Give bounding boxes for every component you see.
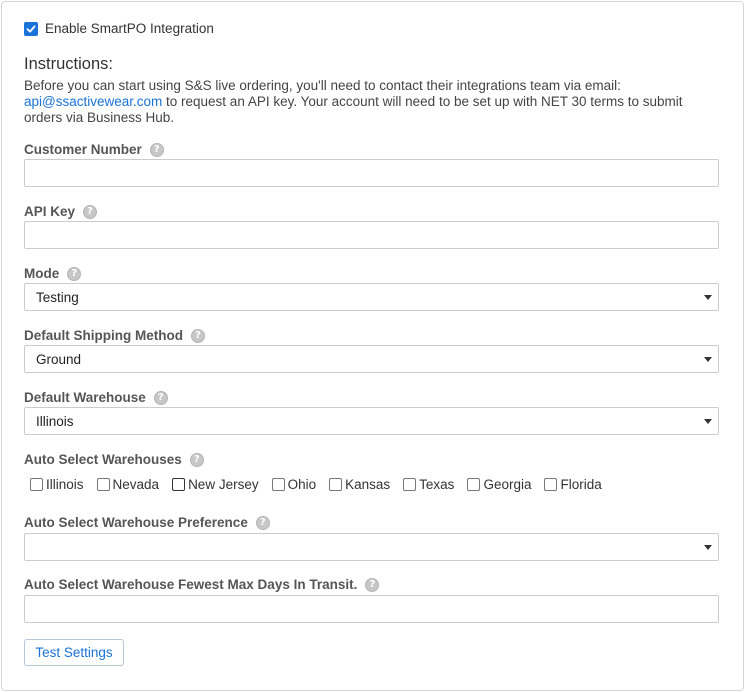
warehouse-checkbox[interactable] (96, 478, 110, 491)
test-settings-button[interactable]: Test Settings (24, 639, 124, 666)
help-icon[interactable]: ? (67, 266, 82, 281)
warehouse-option-label: Florida (560, 477, 602, 492)
mode-label-text: Mode (24, 266, 60, 281)
default-shipping-method-value: Ground (36, 351, 82, 367)
default-shipping-method-select[interactable]: Ground (24, 345, 719, 373)
default-warehouse-label-text: Default Warehouse (24, 390, 146, 405)
enable-smartpo-label[interactable]: Enable SmartPO Integration (45, 21, 214, 36)
api-key-label-text: API Key (24, 204, 76, 219)
help-icon[interactable]: ? (149, 142, 164, 157)
api-email-link[interactable]: api@ssactivewear.com (24, 94, 162, 109)
help-icon[interactable]: ? (83, 204, 98, 219)
customer-number-label-text: Customer Number (24, 142, 142, 157)
warehouse-option-label: Ohio (287, 477, 317, 492)
warehouse-option-label: Georgia (483, 477, 532, 492)
warehouse-option-label: New Jersey (188, 477, 259, 492)
help-icon[interactable]: ? (365, 577, 380, 592)
default-warehouse-select[interactable]: Illinois (24, 407, 719, 435)
fewest-max-days-label: Auto Select Warehouse Fewest Max Days In… (24, 577, 380, 592)
warehouse-option-florida[interactable]: Florida (544, 477, 602, 492)
warehouse-option-texas[interactable]: Texas (403, 477, 454, 492)
chevron-down-icon (704, 295, 712, 300)
fewest-max-days-label-text: Auto Select Warehouse Fewest Max Days In… (24, 577, 358, 592)
mode-label: Mode ? (24, 266, 82, 281)
help-icon[interactable]: ? (153, 390, 168, 405)
mode-select[interactable]: Testing (24, 283, 719, 311)
auto-select-warehouses-label: Auto Select Warehouses ? (24, 452, 204, 467)
auto-select-preference-label-text: Auto Select Warehouse Preference (24, 515, 248, 530)
warehouse-checkbox[interactable] (329, 478, 343, 491)
auto-select-warehouses-label-text: Auto Select Warehouses (24, 452, 182, 467)
warehouse-option-label: Nevada (112, 477, 160, 492)
default-warehouse-value: Illinois (36, 413, 74, 429)
help-icon[interactable]: ? (189, 452, 204, 467)
warehouse-checkbox[interactable] (30, 478, 43, 491)
customer-number-label: Customer Number ? (24, 142, 164, 157)
help-icon[interactable]: ? (190, 328, 205, 343)
chevron-down-icon (704, 419, 712, 424)
warehouse-option-label: Texas (419, 477, 455, 492)
auto-select-preference-select[interactable] (24, 533, 719, 561)
warehouse-checkbox[interactable] (271, 478, 285, 491)
warehouse-checkbox[interactable] (172, 478, 186, 491)
warehouse-option-label: Kansas (345, 477, 391, 492)
warehouse-option-kansas[interactable]: Kansas (329, 477, 390, 492)
fewest-max-days-input[interactable] (24, 595, 719, 623)
warehouse-option-label: Illinois (46, 477, 84, 492)
instructions-text-before: Before you can start using S&S live orde… (24, 78, 621, 93)
mode-select-value: Testing (36, 289, 79, 305)
enable-smartpo-checkbox[interactable] (24, 21, 38, 36)
enable-smartpo-row[interactable]: Enable SmartPO Integration (24, 21, 214, 36)
instructions-text: Before you can start using S&S live orde… (24, 78, 724, 126)
warehouse-option-illinois[interactable]: Illinois (30, 477, 84, 492)
warehouse-checkbox[interactable] (544, 478, 558, 491)
default-shipping-method-label-text: Default Shipping Method (24, 328, 183, 343)
help-icon[interactable]: ? (255, 515, 270, 530)
api-key-label: API Key ? (24, 204, 98, 219)
api-key-input[interactable] (24, 221, 719, 249)
warehouse-checkbox[interactable] (467, 478, 481, 491)
chevron-down-icon (704, 545, 712, 550)
auto-select-preference-label: Auto Select Warehouse Preference ? (24, 515, 270, 530)
warehouse-option-new-jersey[interactable]: New Jersey (172, 477, 259, 492)
warehouse-checkbox-group: Illinois Nevada New Jersey Ohio Kansas T… (30, 477, 615, 492)
customer-number-input[interactable] (24, 159, 719, 187)
warehouse-option-ohio[interactable]: Ohio (271, 477, 317, 492)
instructions-title: Instructions: (24, 55, 113, 73)
warehouse-option-nevada[interactable]: Nevada (96, 477, 160, 492)
default-warehouse-label: Default Warehouse ? (24, 390, 168, 405)
checkmark-icon (26, 25, 36, 32)
chevron-down-icon (704, 357, 712, 362)
default-shipping-method-label: Default Shipping Method ? (24, 328, 205, 343)
warehouse-option-georgia[interactable]: Georgia (467, 477, 531, 492)
warehouse-checkbox[interactable] (403, 478, 417, 491)
